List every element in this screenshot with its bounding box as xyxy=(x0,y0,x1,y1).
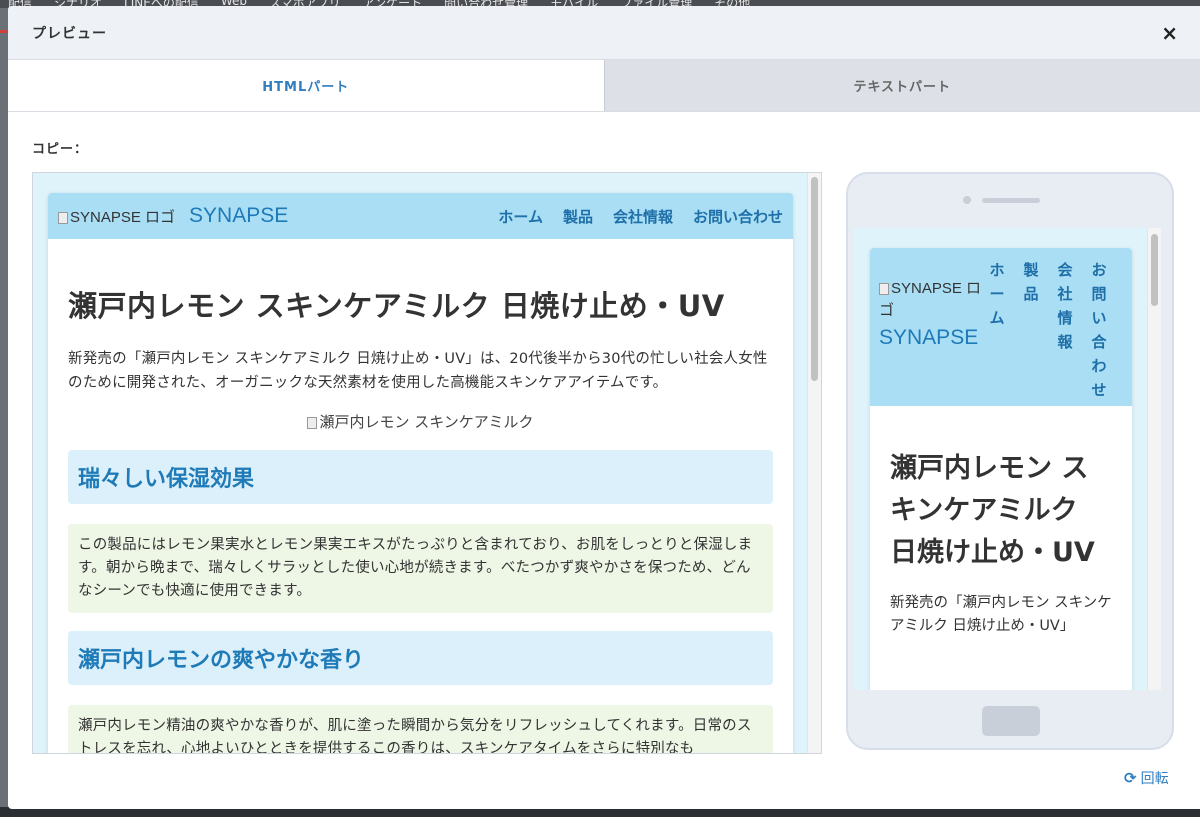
product-title: 瀬戸内レモン スキンケアミルク 日焼け止め・UV xyxy=(68,289,725,323)
copy-label: コピー： xyxy=(32,142,89,157)
brand-name[interactable]: SYNAPSE xyxy=(189,204,288,228)
mobile-scroll-thumb[interactable] xyxy=(1151,234,1158,306)
desktop-page: SYNAPSE ロゴ SYNAPSE ホーム 製品 会社情報 お問い合わせ 瀬戸… xyxy=(48,193,793,753)
site-brand: SYNAPSE ロゴ SYNAPSE xyxy=(58,204,288,228)
mobile-logo-alt: SYNAPSE ロゴ xyxy=(879,280,982,319)
broken-image-icon xyxy=(58,211,68,224)
desktop-scroll-thumb[interactable] xyxy=(811,177,818,381)
mobile-screen[interactable]: SYNAPSE ロゴ SYNAPSE ホーム 製品 会社情報 お問い合わせ 瀬戸… xyxy=(853,228,1161,690)
rotate-icon: ⟳ xyxy=(1124,769,1137,787)
mobile-nav-links: ホーム 製品 会社情報 お問い合わせ xyxy=(988,258,1108,402)
nav-link-company[interactable]: 会社情報 xyxy=(613,206,673,227)
section-heading: 瑞々しい保湿効果 xyxy=(68,450,773,504)
modal-title: プレビュー xyxy=(32,25,107,42)
mobile-preview: SYNAPSE ロゴ SYNAPSE ホーム 製品 会社情報 お問い合わせ 瀬戸… xyxy=(846,172,1174,750)
mobile-nav-link-home[interactable]: ホーム xyxy=(988,258,1006,402)
mobile-nav-link-contact[interactable]: お問い合わせ xyxy=(1090,258,1108,402)
rotate-button[interactable]: ⟳ 回転 xyxy=(1124,768,1169,788)
mobile-nav-link-products[interactable]: 製品 xyxy=(1022,258,1040,402)
nav-link-contact[interactable]: お問い合わせ xyxy=(693,206,783,227)
logo-image: SYNAPSE ロゴ xyxy=(58,206,175,227)
product-intro: 新発売の「瀬戸内レモン スキンケアミルク 日焼け止め・UV」は、20代後半から3… xyxy=(68,351,768,391)
phone-home-button xyxy=(982,706,1040,736)
section-heading: 瀬戸内レモンの爽やかな香り xyxy=(68,631,773,685)
rotate-label: 回転 xyxy=(1140,771,1169,787)
mobile-page: SYNAPSE ロゴ SYNAPSE ホーム 製品 会社情報 お問い合わせ 瀬戸… xyxy=(870,248,1132,690)
product-image-alt: 瀬戸内レモン スキンケアミルク xyxy=(319,413,534,431)
desktop-preview[interactable]: SYNAPSE ロゴ SYNAPSE ホーム 製品 会社情報 お問い合わせ 瀬戸… xyxy=(32,172,822,754)
site-nav-links: ホーム 製品 会社情報 お問い合わせ xyxy=(498,206,783,227)
tab-html-part[interactable]: HTMLパート xyxy=(8,60,604,111)
preview-modal: プレビュー × HTMLパート テキストパート コピー： SYNAPSE ロゴ … xyxy=(8,6,1200,809)
section-text: 瀬戸内レモン精油の爽やかな香りが、肌に塗った瞬間から気分をリフレッシュしてくれま… xyxy=(68,705,773,753)
desktop-scrollbar[interactable] xyxy=(807,173,821,753)
mobile-scrollbar[interactable] xyxy=(1147,228,1161,690)
phone-camera xyxy=(963,196,971,204)
logo-alt-text: SYNAPSE ロゴ xyxy=(70,208,176,226)
mobile-nav-link-company[interactable]: 会社情報 xyxy=(1056,258,1074,402)
product-image: 瀬戸内レモン スキンケアミルク xyxy=(68,411,773,432)
mobile-navbar: SYNAPSE ロゴ SYNAPSE ホーム 製品 会社情報 お問い合わせ xyxy=(870,248,1132,406)
nav-link-products[interactable]: 製品 xyxy=(563,206,593,227)
phone-speaker xyxy=(982,198,1040,203)
background-accent xyxy=(0,30,8,33)
mobile-product-title: 瀬戸内レモン スキンケアミルク 日焼け止め・UV xyxy=(890,453,1095,568)
nav-link-home[interactable]: ホーム xyxy=(498,206,543,227)
mobile-product-intro: 新発売の「瀬戸内レモン スキンケアミルク 日焼け止め・UV」 xyxy=(890,595,1112,634)
mobile-brand-name[interactable]: SYNAPSE xyxy=(879,324,989,351)
section-text: この製品にはレモン果実水とレモン果実エキスがたっぷりと含まれており、お肌をしっと… xyxy=(68,524,773,613)
page-content: 瀬戸内レモン スキンケアミルク 日焼け止め・UV 新発売の「瀬戸内レモン スキン… xyxy=(48,283,793,753)
broken-image-icon xyxy=(307,416,318,429)
modal-header: プレビュー × xyxy=(8,6,1200,60)
tab-text-part[interactable]: テキストパート xyxy=(603,60,1200,111)
close-button[interactable]: × xyxy=(1161,23,1178,43)
tab-bar: HTMLパート テキストパート xyxy=(8,60,1200,112)
broken-image-icon xyxy=(879,283,889,296)
mobile-logo-image: SYNAPSE ロゴ xyxy=(879,278,989,322)
site-navbar: SYNAPSE ロゴ SYNAPSE ホーム 製品 会社情報 お問い合わせ xyxy=(48,193,793,239)
